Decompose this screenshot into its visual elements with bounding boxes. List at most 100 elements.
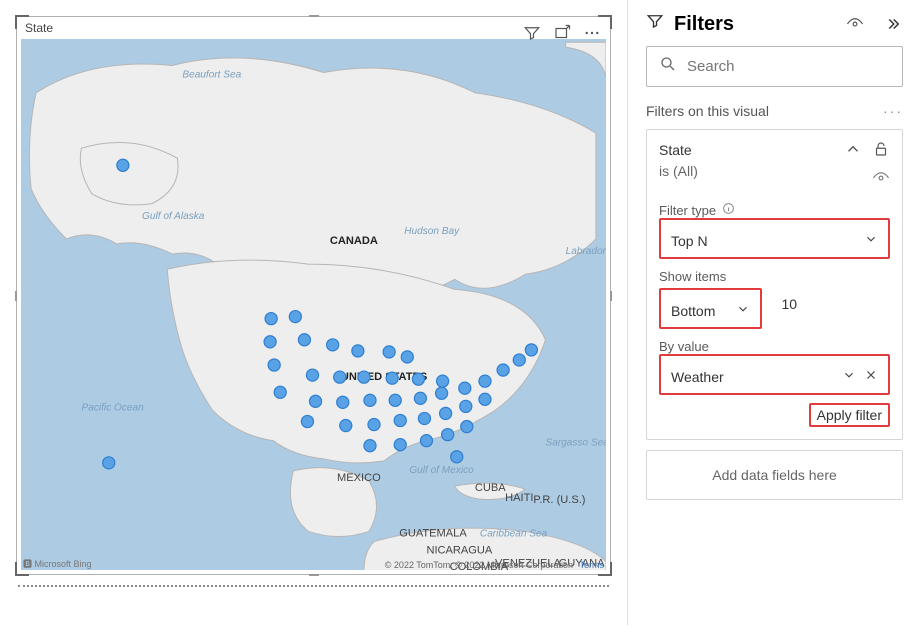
filters-section-label: Filters on this visual	[646, 103, 769, 119]
data-point[interactable]	[265, 313, 277, 325]
search-box[interactable]	[646, 46, 903, 87]
svg-text:Gulf of Alaska: Gulf of Alaska	[142, 211, 205, 222]
filters-pane: Filters Filters on this visual ···	[627, 0, 917, 625]
data-point[interactable]	[306, 369, 318, 381]
resize-handle-b[interactable]	[309, 574, 319, 576]
data-point[interactable]	[479, 375, 491, 387]
data-point[interactable]	[437, 375, 449, 387]
by-value-field-well[interactable]: Weather	[659, 354, 890, 395]
map-area[interactable]: CANADA UNITED STATES MEXICO CUBA HAITI P…	[21, 39, 606, 570]
terms-link[interactable]: Terms	[580, 560, 605, 570]
visual-toolbar	[522, 23, 602, 43]
data-point[interactable]	[525, 344, 537, 356]
data-point[interactable]	[451, 451, 463, 463]
eye-icon[interactable]	[845, 14, 865, 34]
data-point[interactable]	[298, 334, 310, 346]
data-point[interactable]	[340, 419, 352, 431]
filter-type-dropdown[interactable]: Top N	[659, 218, 890, 259]
show-items-label: Show items	[659, 269, 890, 284]
lock-icon[interactable]	[872, 140, 890, 163]
data-point[interactable]	[364, 394, 376, 406]
info-icon[interactable]	[722, 202, 735, 218]
data-point[interactable]	[352, 345, 364, 357]
data-point[interactable]	[479, 393, 491, 405]
svg-text:GUATEMALA: GUATEMALA	[399, 527, 467, 539]
data-point[interactable]	[309, 395, 321, 407]
map-attribution-right: © 2022 TomTom, © 2022 Microsoft Corporat…	[385, 560, 604, 570]
data-point[interactable]	[117, 159, 129, 171]
filter-card-state: State is (All)	[646, 129, 903, 440]
svg-text:CUBA: CUBA	[475, 482, 506, 494]
data-point[interactable]	[364, 440, 376, 452]
data-point[interactable]	[440, 407, 452, 419]
svg-text:Gulf of Mexico: Gulf of Mexico	[409, 465, 474, 476]
data-point[interactable]	[394, 439, 406, 451]
visual-title: State	[25, 21, 53, 35]
add-data-fields-well[interactable]: Add data fields here	[646, 450, 903, 500]
show-items-count-input[interactable]: 10	[772, 288, 891, 329]
resize-handle-t[interactable]	[309, 15, 319, 17]
data-point[interactable]	[513, 354, 525, 366]
more-options-icon[interactable]	[582, 23, 602, 43]
data-point[interactable]	[497, 364, 509, 376]
data-point[interactable]	[418, 412, 430, 424]
focus-mode-icon[interactable]	[552, 23, 572, 43]
data-point[interactable]	[334, 371, 346, 383]
data-point[interactable]	[401, 351, 413, 363]
show-items-direction-dropdown[interactable]: Bottom	[659, 288, 762, 329]
report-canvas: State	[0, 0, 627, 625]
resize-handle-r[interactable]	[610, 291, 612, 301]
data-point[interactable]	[389, 394, 401, 406]
map-visual-frame[interactable]: State	[16, 16, 611, 575]
data-point[interactable]	[420, 435, 432, 447]
search-input[interactable]	[687, 58, 890, 75]
data-point[interactable]	[368, 418, 380, 430]
data-point[interactable]	[459, 382, 471, 394]
collapse-card-icon[interactable]	[844, 140, 862, 163]
collapse-pane-icon[interactable]	[883, 14, 903, 34]
data-point[interactable]	[301, 415, 313, 427]
data-point[interactable]	[383, 346, 395, 358]
show-items-count: 10	[782, 296, 798, 312]
svg-text:HAITI: HAITI	[505, 492, 533, 504]
svg-text:P.R. (U.S.): P.R. (U.S.)	[533, 494, 585, 506]
svg-text:Pacific Ocean: Pacific Ocean	[82, 402, 145, 413]
svg-text:Sargasso Sea: Sargasso Sea	[545, 438, 606, 449]
close-icon[interactable]	[864, 368, 878, 385]
funnel-icon[interactable]	[522, 23, 542, 43]
svg-text:Labrador Sea: Labrador Sea	[566, 246, 606, 257]
resize-handle-l[interactable]	[15, 291, 17, 301]
data-point[interactable]	[414, 392, 426, 404]
svg-text:Hudson Bay: Hudson Bay	[404, 226, 460, 237]
data-point[interactable]	[412, 373, 424, 385]
more-options-icon[interactable]: ···	[883, 103, 903, 119]
data-point[interactable]	[386, 372, 398, 384]
data-point[interactable]	[436, 387, 448, 399]
data-point[interactable]	[358, 371, 370, 383]
map-attribution-left: 🅱 Microsoft Bing	[23, 557, 92, 570]
data-point[interactable]	[442, 429, 454, 441]
filters-header: Filters	[646, 12, 903, 36]
data-point[interactable]	[103, 457, 115, 469]
chevron-down-icon	[736, 302, 750, 319]
chevron-down-icon	[864, 232, 878, 249]
data-point[interactable]	[337, 396, 349, 408]
svg-text:NICARAGUA: NICARAGUA	[426, 545, 492, 557]
by-value-label: By value	[659, 339, 890, 354]
chevron-down-icon[interactable]	[842, 368, 856, 385]
filter-field-name: State	[659, 140, 698, 161]
data-point[interactable]	[460, 400, 472, 412]
data-point[interactable]	[264, 336, 276, 348]
eye-icon[interactable]	[872, 169, 890, 192]
data-point[interactable]	[461, 420, 473, 432]
data-point[interactable]	[274, 386, 286, 398]
data-point[interactable]	[289, 311, 301, 323]
apply-filter-button[interactable]: Apply filter	[809, 403, 890, 427]
svg-text:CANADA: CANADA	[330, 235, 378, 247]
funnel-icon	[646, 12, 664, 36]
filter-summary: is (All)	[659, 161, 698, 182]
data-point[interactable]	[394, 414, 406, 426]
data-point[interactable]	[327, 339, 339, 351]
data-point[interactable]	[268, 359, 280, 371]
filter-type-value: Top N	[671, 233, 708, 249]
